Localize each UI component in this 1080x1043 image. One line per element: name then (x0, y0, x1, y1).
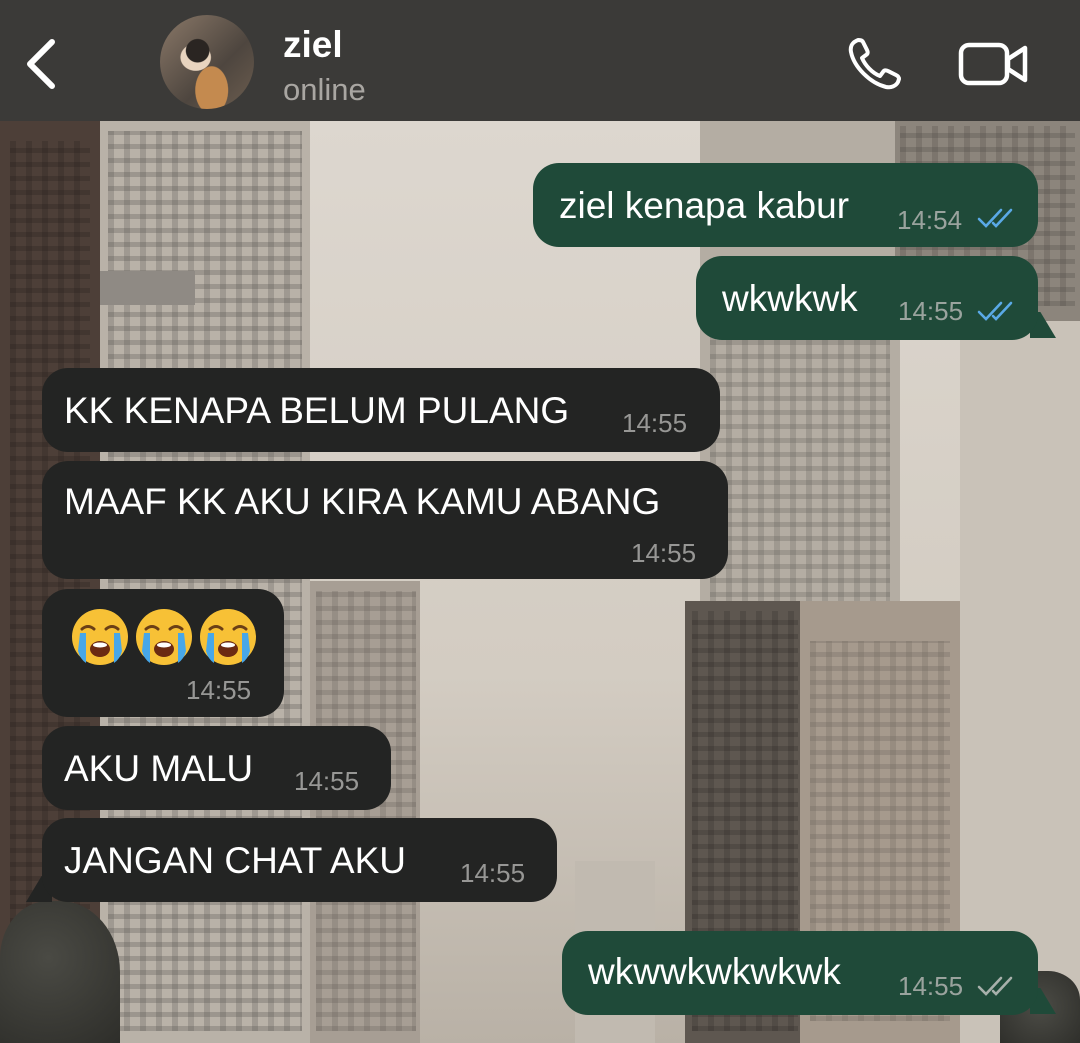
contact-status: online (283, 72, 366, 107)
message-text: ziel kenapa kabur (559, 185, 850, 226)
loudly-crying-face-icon (72, 609, 128, 665)
message-time: 14:55 (898, 296, 964, 326)
back-chevron-icon[interactable] (22, 36, 62, 92)
wallpaper-sign (100, 271, 195, 305)
loudly-crying-face-icon (136, 609, 192, 665)
video-camera-icon[interactable] (958, 42, 1030, 86)
message-bubble-outgoing[interactable]: wkwkwk 14:55 (696, 256, 1038, 340)
message-bubble-outgoing[interactable]: wkwwkwkwkwk 14:55 (562, 931, 1038, 1015)
message-time: 14:55 (186, 675, 252, 705)
message-bubble-incoming[interactable]: 14:55 (42, 589, 284, 717)
contact-name[interactable]: ziel (283, 24, 343, 66)
message-bubble-outgoing[interactable]: ziel kenapa kabur 14:54 (533, 163, 1038, 247)
loudly-crying-face-icon (200, 609, 256, 665)
wallpaper-windows (316, 591, 416, 1031)
message-text: MAAF KK AKU KIRA KAMU ABANG (64, 481, 661, 522)
message-text: AKU MALU (64, 748, 254, 789)
message-text: wkwkwk (722, 278, 858, 319)
phone-icon[interactable] (846, 37, 904, 91)
message-time: 14:55 (294, 766, 360, 796)
double-check-read-icon (977, 301, 1013, 321)
chat-header: ziel online (0, 0, 1080, 121)
message-bubble-incoming[interactable]: AKU MALU 14:55 (42, 726, 391, 810)
message-text: KK KENAPA BELUM PULANG (64, 390, 570, 431)
message-time: 14:55 (898, 971, 964, 1001)
message-text: wkwwkwkwkwk (588, 951, 841, 992)
message-time: 14:55 (631, 538, 697, 568)
message-time: 14:55 (460, 858, 526, 888)
double-check-delivered-icon (977, 976, 1013, 996)
message-bubble-incoming[interactable]: MAAF KK AKU KIRA KAMU ABANG 14:55 (42, 461, 728, 579)
message-bubble-incoming[interactable]: JANGAN CHAT AKU 14:55 (42, 818, 557, 902)
message-bubble-incoming[interactable]: KK KENAPA BELUM PULANG 14:55 (42, 368, 720, 452)
double-check-read-icon (977, 208, 1013, 228)
wallpaper-tree (0, 901, 120, 1043)
wallpaper-windows (710, 331, 890, 611)
message-time: 14:54 (897, 205, 963, 235)
message-text: JANGAN CHAT AKU (64, 840, 406, 881)
message-time: 14:55 (622, 408, 688, 438)
avatar[interactable] (160, 15, 254, 109)
